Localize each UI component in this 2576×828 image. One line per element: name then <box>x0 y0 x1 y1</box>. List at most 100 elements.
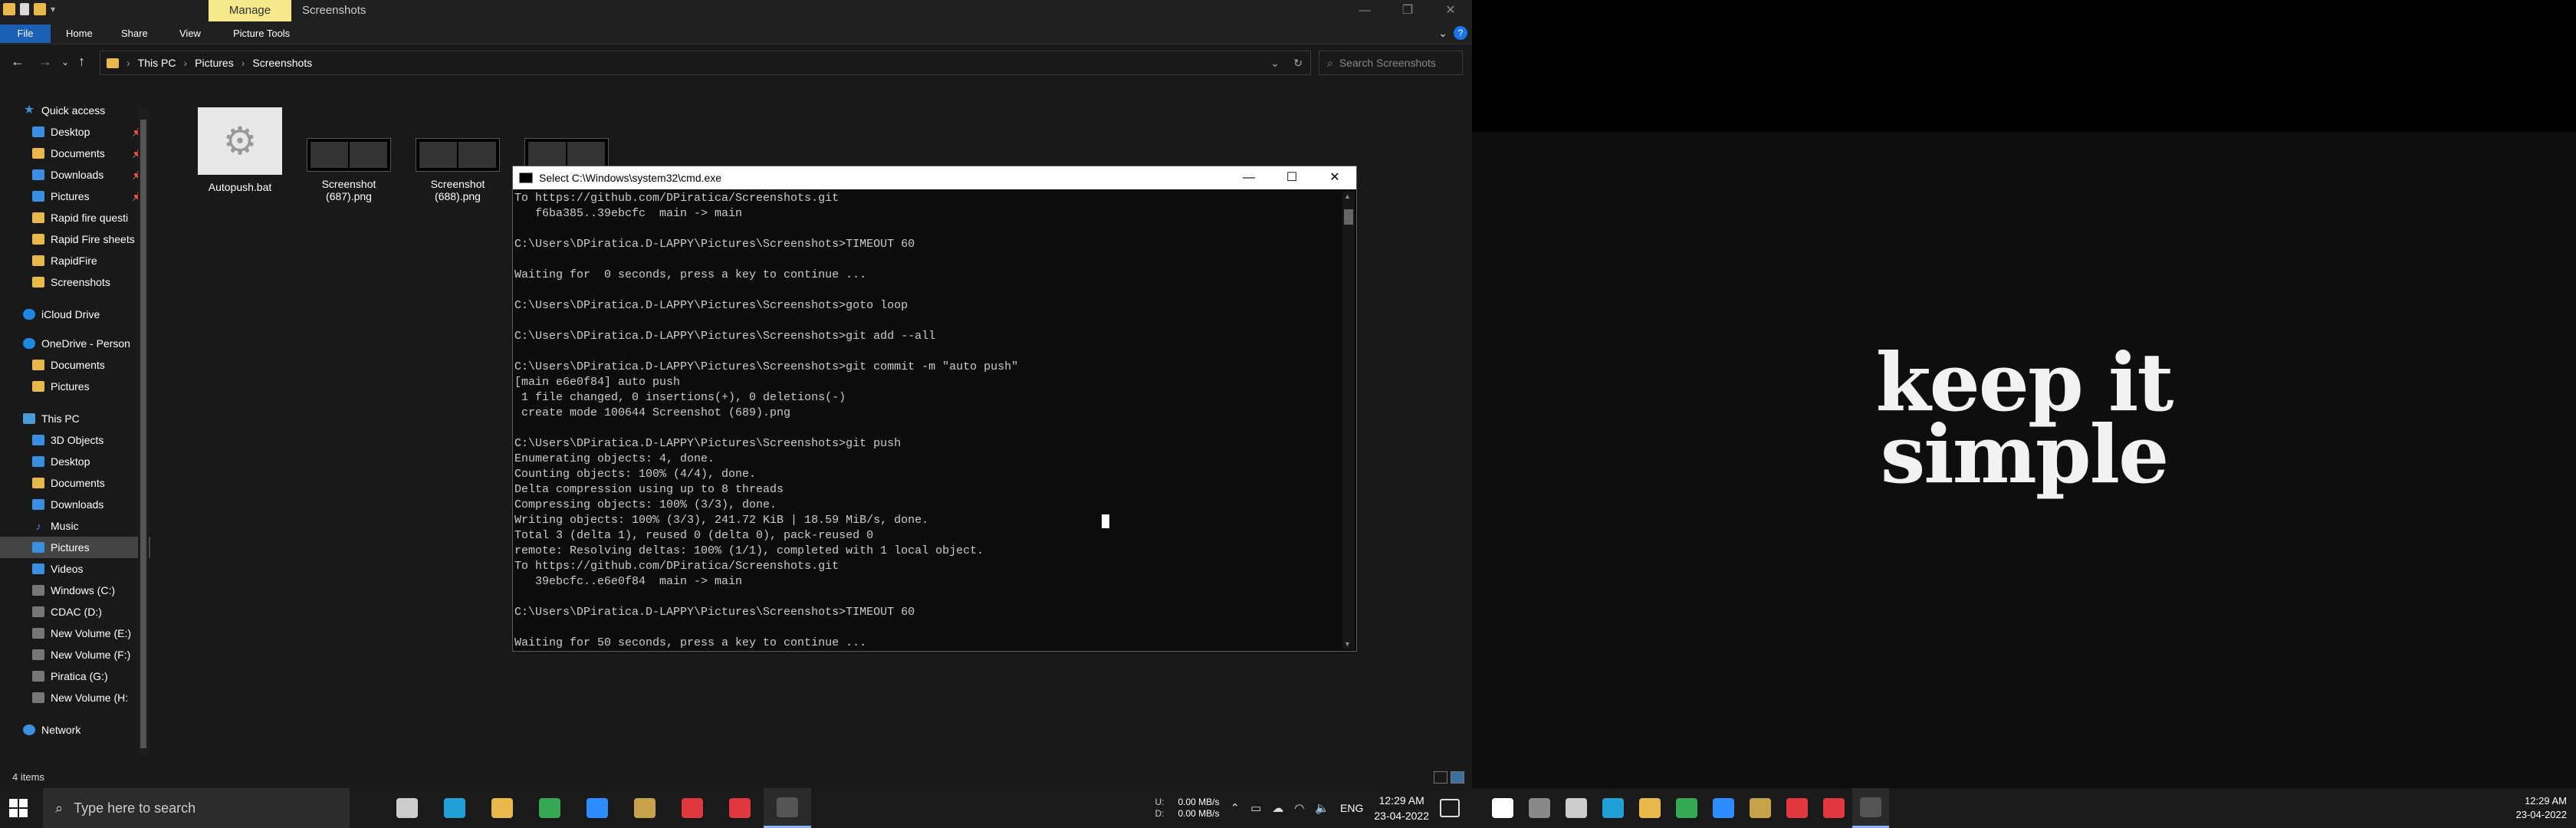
minimize-icon[interactable]: — <box>1343 0 1386 21</box>
nav-pictures[interactable]: Pictures 📌 <box>0 186 150 207</box>
volume-icon[interactable]: 🔈 <box>1315 801 1329 815</box>
taskbar-app-start[interactable] <box>1484 788 1521 828</box>
help-icon[interactable]: ? <box>1454 26 1467 40</box>
taskbar-app-chrome[interactable] <box>526 788 573 828</box>
back-icon[interactable]: ← <box>11 54 25 70</box>
taskbar-app-file-explorer[interactable] <box>478 788 526 828</box>
tab-view[interactable]: View <box>170 25 210 43</box>
search-input[interactable]: ⌕ Search Screenshots <box>1319 51 1463 75</box>
nav-rapid-fire-questions[interactable]: Rapid fire questi <box>0 207 150 228</box>
close-icon[interactable]: ✕ <box>1313 166 1356 189</box>
nav-onedrive-documents[interactable]: Documents <box>0 354 150 376</box>
large-icons-view-icon[interactable] <box>1451 771 1464 784</box>
maximize-icon[interactable]: ☐ <box>1270 166 1313 189</box>
nav-drive-c[interactable]: Windows (C:) <box>0 580 150 601</box>
scrollbar-thumb[interactable] <box>1344 209 1353 225</box>
file-item[interactable]: ⚙ Autopush.bat <box>190 107 290 193</box>
cmd-titlebar[interactable]: Select C:\Windows\system32\cmd.exe — ☐ ✕ <box>513 166 1356 189</box>
clock[interactable]: 12:29 AM 23-04-2022 <box>1374 793 1429 823</box>
nav-rapidfire[interactable]: RapidFire <box>0 250 150 271</box>
nav-drive-h[interactable]: New Volume (H: <box>0 687 150 708</box>
taskbar-app-search[interactable] <box>1521 788 1558 828</box>
taskbar-app-anydesk-1[interactable] <box>1779 788 1815 828</box>
taskbar-app-cmd[interactable] <box>764 788 811 828</box>
console-output[interactable]: To https://github.com/DPiratica/Screensh… <box>514 191 1341 648</box>
taskbar-app-chrome[interactable] <box>1668 788 1705 828</box>
taskbar-app-file-explorer[interactable] <box>1631 788 1668 828</box>
taskbar-app-cmd[interactable] <box>1852 788 1889 828</box>
taskbar-app-anydesk-2[interactable] <box>716 788 764 828</box>
taskbar-app-zoom[interactable] <box>1705 788 1742 828</box>
taskbar-app-git-gui[interactable] <box>1742 788 1779 828</box>
close-icon[interactable]: ✕ <box>1429 0 1472 21</box>
cmd-window[interactable]: Select C:\Windows\system32\cmd.exe — ☐ ✕… <box>512 166 1357 652</box>
details-view-icon[interactable] <box>1434 771 1447 784</box>
tab-file[interactable]: File <box>0 25 51 43</box>
nav-documents[interactable]: Documents 📌 <box>0 143 150 164</box>
scrollbar-thumb[interactable] <box>140 120 146 748</box>
language-indicator[interactable]: ENG <box>1340 802 1363 814</box>
nav-scrollbar[interactable] <box>138 107 149 755</box>
secondary-clock[interactable]: 12:29 AM 23-04-2022 <box>2516 794 2568 822</box>
file-item[interactable]: Screenshot (688).png <box>408 107 508 202</box>
nav-quick-access[interactable]: ★ Quick access <box>0 100 150 121</box>
tab-picture-tools[interactable]: Picture Tools <box>224 25 299 43</box>
nav-drive-f[interactable]: New Volume (F:) <box>0 644 150 665</box>
breadcrumb-pictures[interactable]: Pictures <box>195 57 234 69</box>
taskbar-app-anydesk-2[interactable] <box>1815 788 1852 828</box>
nav-drive-e[interactable]: New Volume (E:) <box>0 623 150 644</box>
cmd-scrollbar[interactable]: ▲ ▼ <box>1342 191 1355 649</box>
breadcrumb-screenshots[interactable]: Screenshots <box>252 57 312 69</box>
windows-start-icon[interactable] <box>9 799 28 817</box>
wifi-icon[interactable]: ◠ <box>1294 801 1304 815</box>
tab-home[interactable]: Home <box>57 25 102 43</box>
tab-share[interactable]: Share <box>112 25 157 43</box>
taskbar-app-edge[interactable] <box>431 788 478 828</box>
nav-pc-desktop[interactable]: Desktop <box>0 451 150 472</box>
nav-downloads[interactable]: Downloads 📌 <box>0 164 150 186</box>
address-bar[interactable]: › This PC › Pictures › Screenshots ⌄ ↻ <box>100 51 1311 75</box>
nav-3d-objects[interactable]: 3D Objects <box>0 429 150 451</box>
scroll-down-icon[interactable]: ▼ <box>1344 640 1351 648</box>
expand-ribbon-icon[interactable]: ⌄ <box>1438 27 1447 40</box>
nav-screenshots[interactable]: Screenshots <box>0 271 150 293</box>
nav-onedrive[interactable]: OneDrive - Person <box>0 333 150 354</box>
nav-icloud-drive[interactable]: iCloud Drive <box>0 304 150 325</box>
nav-pc-documents[interactable]: Documents <box>0 472 150 494</box>
chevron-up-icon[interactable]: ⌃ <box>1230 801 1240 815</box>
nav-pc-downloads[interactable]: Downloads <box>0 494 150 515</box>
battery-icon[interactable]: ▭ <box>1250 801 1261 815</box>
nav-pc-pictures[interactable]: Pictures <box>0 537 150 558</box>
nav-drive-g[interactable]: Piratica (G:) <box>0 665 150 687</box>
refresh-icon[interactable]: ↻ <box>1293 57 1303 70</box>
nav-onedrive-pictures[interactable]: Pictures <box>0 376 150 397</box>
file-item[interactable]: Screenshot (687).png <box>299 107 399 202</box>
properties-icon[interactable] <box>20 3 29 15</box>
nav-network[interactable]: Network <box>0 719 150 741</box>
nav-music[interactable]: ♪ Music <box>0 515 150 537</box>
taskbar-app-task-view[interactable] <box>1558 788 1595 828</box>
up-icon[interactable]: ↑ <box>78 54 85 70</box>
taskbar-app-anydesk-1[interactable] <box>669 788 716 828</box>
cloud-icon[interactable]: ☁ <box>1272 801 1283 815</box>
nav-this-pc[interactable]: This PC <box>0 408 150 429</box>
customize-toolbar-icon[interactable]: ▾ <box>51 4 55 15</box>
folder-icon[interactable] <box>3 3 15 15</box>
breadcrumb-this-pc[interactable]: This PC <box>138 57 176 69</box>
minimize-icon[interactable]: — <box>1227 166 1270 189</box>
taskbar-search[interactable]: ⌕ Type here to search <box>43 788 350 828</box>
restore-icon[interactable]: ❐ <box>1386 0 1429 21</box>
nav-rapid-fire-sheets[interactable]: Rapid Fire sheets <box>0 228 150 250</box>
recent-locations-icon[interactable]: ⌄ <box>61 57 69 67</box>
new-folder-icon[interactable] <box>34 3 46 15</box>
manage-tab[interactable]: Manage <box>209 0 291 21</box>
taskbar-app-edge[interactable] <box>1595 788 1631 828</box>
nav-videos[interactable]: Videos <box>0 558 150 580</box>
forward-icon[interactable]: → <box>38 54 52 70</box>
taskbar-app-zoom[interactable] <box>573 788 621 828</box>
taskbar-app-task-view[interactable] <box>383 788 431 828</box>
chevron-down-icon[interactable]: ⌄ <box>1270 57 1280 70</box>
scroll-up-icon[interactable]: ▲ <box>1344 192 1351 200</box>
notification-icon[interactable] <box>1440 799 1460 817</box>
taskbar-app-git-gui[interactable] <box>621 788 669 828</box>
